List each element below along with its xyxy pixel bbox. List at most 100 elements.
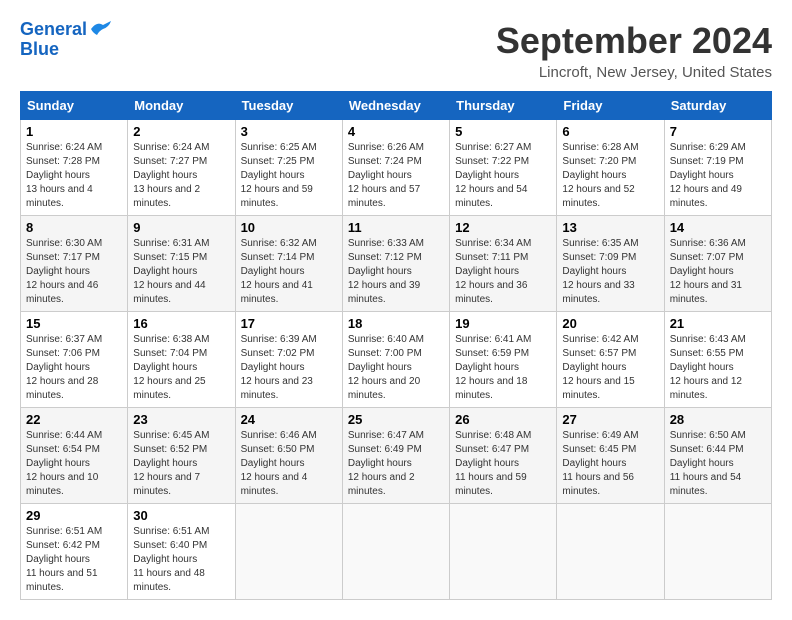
calendar-cell: 3 Sunrise: 6:25 AM Sunset: 7:25 PM Dayli… — [235, 120, 342, 216]
calendar-cell: 17 Sunrise: 6:39 AM Sunset: 7:02 PM Dayl… — [235, 312, 342, 408]
day-info: Sunrise: 6:24 AM Sunset: 7:28 PM Dayligh… — [26, 141, 122, 211]
calendar-body: 1 Sunrise: 6:24 AM Sunset: 7:28 PM Dayli… — [21, 120, 772, 600]
calendar-cell: 25 Sunrise: 6:47 AM Sunset: 6:49 PM Dayl… — [342, 408, 449, 504]
calendar-cell: 2 Sunrise: 6:24 AM Sunset: 7:27 PM Dayli… — [128, 120, 235, 216]
calendar-header-friday: Friday — [557, 92, 664, 120]
calendar-header-saturday: Saturday — [664, 92, 771, 120]
day-number: 4 — [348, 124, 444, 139]
day-info: Sunrise: 6:51 AM Sunset: 6:40 PM Dayligh… — [133, 525, 229, 595]
day-info: Sunrise: 6:40 AM Sunset: 7:00 PM Dayligh… — [348, 333, 444, 403]
calendar: SundayMondayTuesdayWednesdayThursdayFrid… — [20, 91, 772, 600]
day-info: Sunrise: 6:25 AM Sunset: 7:25 PM Dayligh… — [241, 141, 337, 211]
day-number: 17 — [241, 316, 337, 331]
calendar-cell: 24 Sunrise: 6:46 AM Sunset: 6:50 PM Dayl… — [235, 408, 342, 504]
day-info: Sunrise: 6:36 AM Sunset: 7:07 PM Dayligh… — [670, 237, 766, 307]
day-number: 15 — [26, 316, 122, 331]
day-info: Sunrise: 6:26 AM Sunset: 7:24 PM Dayligh… — [348, 141, 444, 211]
day-number: 24 — [241, 412, 337, 427]
calendar-cell: 29 Sunrise: 6:51 AM Sunset: 6:42 PM Dayl… — [21, 504, 128, 600]
day-info: Sunrise: 6:51 AM Sunset: 6:42 PM Dayligh… — [26, 525, 122, 595]
day-number: 27 — [562, 412, 658, 427]
calendar-header-sunday: Sunday — [21, 92, 128, 120]
day-info: Sunrise: 6:44 AM Sunset: 6:54 PM Dayligh… — [26, 429, 122, 499]
day-info: Sunrise: 6:49 AM Sunset: 6:45 PM Dayligh… — [562, 429, 658, 499]
day-number: 7 — [670, 124, 766, 139]
day-number: 10 — [241, 220, 337, 235]
calendar-cell: 16 Sunrise: 6:38 AM Sunset: 7:04 PM Dayl… — [128, 312, 235, 408]
day-info: Sunrise: 6:42 AM Sunset: 6:57 PM Dayligh… — [562, 333, 658, 403]
day-info: Sunrise: 6:35 AM Sunset: 7:09 PM Dayligh… — [562, 237, 658, 307]
day-number: 25 — [348, 412, 444, 427]
day-number: 1 — [26, 124, 122, 139]
calendar-cell: 12 Sunrise: 6:34 AM Sunset: 7:11 PM Dayl… — [450, 216, 557, 312]
day-number: 21 — [670, 316, 766, 331]
calendar-cell: 9 Sunrise: 6:31 AM Sunset: 7:15 PM Dayli… — [128, 216, 235, 312]
day-number: 29 — [26, 508, 122, 523]
day-number: 22 — [26, 412, 122, 427]
calendar-cell: 4 Sunrise: 6:26 AM Sunset: 7:24 PM Dayli… — [342, 120, 449, 216]
logo: General Blue — [20, 20, 111, 60]
logo-blue-text: Blue — [20, 40, 59, 60]
day-info: Sunrise: 6:28 AM Sunset: 7:20 PM Dayligh… — [562, 141, 658, 211]
calendar-cell: 10 Sunrise: 6:32 AM Sunset: 7:14 PM Dayl… — [235, 216, 342, 312]
calendar-week-row: 15 Sunrise: 6:37 AM Sunset: 7:06 PM Dayl… — [21, 312, 772, 408]
day-number: 28 — [670, 412, 766, 427]
day-number: 9 — [133, 220, 229, 235]
day-number: 19 — [455, 316, 551, 331]
day-number: 16 — [133, 316, 229, 331]
month-title: September 2024 — [496, 20, 772, 62]
day-number: 30 — [133, 508, 229, 523]
day-info: Sunrise: 6:50 AM Sunset: 6:44 PM Dayligh… — [670, 429, 766, 499]
calendar-cell: 23 Sunrise: 6:45 AM Sunset: 6:52 PM Dayl… — [128, 408, 235, 504]
calendar-cell: 21 Sunrise: 6:43 AM Sunset: 6:55 PM Dayl… — [664, 312, 771, 408]
day-info: Sunrise: 6:46 AM Sunset: 6:50 PM Dayligh… — [241, 429, 337, 499]
calendar-cell: 18 Sunrise: 6:40 AM Sunset: 7:00 PM Dayl… — [342, 312, 449, 408]
day-number: 5 — [455, 124, 551, 139]
day-number: 14 — [670, 220, 766, 235]
calendar-cell: 13 Sunrise: 6:35 AM Sunset: 7:09 PM Dayl… — [557, 216, 664, 312]
day-number: 23 — [133, 412, 229, 427]
calendar-cell: 5 Sunrise: 6:27 AM Sunset: 7:22 PM Dayli… — [450, 120, 557, 216]
day-info: Sunrise: 6:24 AM Sunset: 7:27 PM Dayligh… — [133, 141, 229, 211]
day-info: Sunrise: 6:31 AM Sunset: 7:15 PM Dayligh… — [133, 237, 229, 307]
day-number: 13 — [562, 220, 658, 235]
day-info: Sunrise: 6:29 AM Sunset: 7:19 PM Dayligh… — [670, 141, 766, 211]
calendar-cell: 20 Sunrise: 6:42 AM Sunset: 6:57 PM Dayl… — [557, 312, 664, 408]
calendar-cell: 8 Sunrise: 6:30 AM Sunset: 7:17 PM Dayli… — [21, 216, 128, 312]
day-number: 11 — [348, 220, 444, 235]
calendar-week-row: 29 Sunrise: 6:51 AM Sunset: 6:42 PM Dayl… — [21, 504, 772, 600]
day-info: Sunrise: 6:34 AM Sunset: 7:11 PM Dayligh… — [455, 237, 551, 307]
day-info: Sunrise: 6:45 AM Sunset: 6:52 PM Dayligh… — [133, 429, 229, 499]
day-number: 20 — [562, 316, 658, 331]
calendar-cell: 7 Sunrise: 6:29 AM Sunset: 7:19 PM Dayli… — [664, 120, 771, 216]
calendar-header-tuesday: Tuesday — [235, 92, 342, 120]
header: General Blue September 2024 Lincroft, Ne… — [20, 20, 772, 81]
calendar-cell: 30 Sunrise: 6:51 AM Sunset: 6:40 PM Dayl… — [128, 504, 235, 600]
calendar-header-thursday: Thursday — [450, 92, 557, 120]
calendar-cell: 28 Sunrise: 6:50 AM Sunset: 6:44 PM Dayl… — [664, 408, 771, 504]
calendar-cell — [557, 504, 664, 600]
day-number: 8 — [26, 220, 122, 235]
day-info: Sunrise: 6:27 AM Sunset: 7:22 PM Dayligh… — [455, 141, 551, 211]
calendar-cell — [450, 504, 557, 600]
day-number: 18 — [348, 316, 444, 331]
calendar-cell: 22 Sunrise: 6:44 AM Sunset: 6:54 PM Dayl… — [21, 408, 128, 504]
calendar-cell: 11 Sunrise: 6:33 AM Sunset: 7:12 PM Dayl… — [342, 216, 449, 312]
day-info: Sunrise: 6:47 AM Sunset: 6:49 PM Dayligh… — [348, 429, 444, 499]
calendar-cell — [235, 504, 342, 600]
day-info: Sunrise: 6:37 AM Sunset: 7:06 PM Dayligh… — [26, 333, 122, 403]
day-info: Sunrise: 6:38 AM Sunset: 7:04 PM Dayligh… — [133, 333, 229, 403]
calendar-cell: 1 Sunrise: 6:24 AM Sunset: 7:28 PM Dayli… — [21, 120, 128, 216]
day-info: Sunrise: 6:39 AM Sunset: 7:02 PM Dayligh… — [241, 333, 337, 403]
title-area: September 2024 Lincroft, New Jersey, Uni… — [496, 20, 772, 81]
day-number: 26 — [455, 412, 551, 427]
day-number: 3 — [241, 124, 337, 139]
calendar-cell — [664, 504, 771, 600]
day-info: Sunrise: 6:48 AM Sunset: 6:47 PM Dayligh… — [455, 429, 551, 499]
day-info: Sunrise: 6:30 AM Sunset: 7:17 PM Dayligh… — [26, 237, 122, 307]
day-info: Sunrise: 6:41 AM Sunset: 6:59 PM Dayligh… — [455, 333, 551, 403]
calendar-cell — [342, 504, 449, 600]
day-info: Sunrise: 6:43 AM Sunset: 6:55 PM Dayligh… — [670, 333, 766, 403]
day-number: 12 — [455, 220, 551, 235]
calendar-header-wednesday: Wednesday — [342, 92, 449, 120]
